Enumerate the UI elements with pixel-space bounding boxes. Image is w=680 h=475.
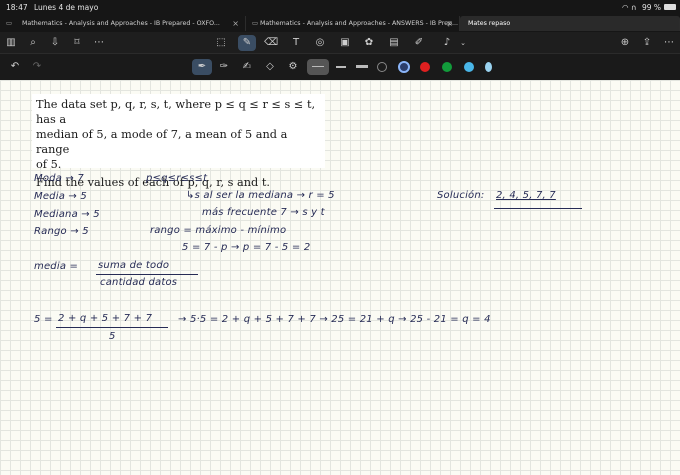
- pen-settings-icon[interactable]: ⚙: [286, 61, 300, 73]
- status-time: 18:47: [6, 3, 28, 12]
- battery-icon: [664, 4, 676, 10]
- note-order: p≤q≤r≤s≤t: [146, 173, 208, 184]
- thickness-thick[interactable]: [356, 65, 368, 68]
- close-icon[interactable]: ×: [446, 16, 453, 31]
- thickness-thin[interactable]: [307, 59, 329, 75]
- color-black[interactable]: [377, 62, 387, 72]
- more-icon[interactable]: ⋯: [92, 37, 106, 49]
- note-mean-definition-label: media =: [34, 261, 79, 272]
- note-solution-values: 2, 4, 5, 7, 7: [496, 190, 556, 201]
- tab-textbook[interactable]: ▭ Mathematics - Analysis and Approaches …: [0, 16, 246, 31]
- share-icon[interactable]: ⇪: [640, 37, 654, 49]
- battery-level: 99 %: [642, 3, 662, 12]
- status-bar: 18:47 Lunes 4 de mayo ◠ ∩ 99 %: [0, 0, 680, 14]
- close-icon[interactable]: ×: [232, 16, 239, 31]
- status-date: Lunes 4 de mayo: [34, 3, 99, 12]
- chevron-down-icon[interactable]: ⌄: [456, 37, 470, 49]
- mean-fraction-bar: [96, 274, 198, 275]
- tab-answers-label: Mathematics - Analysis and Approaches - …: [260, 20, 459, 27]
- sidebar-icon[interactable]: ▥: [4, 37, 18, 49]
- add-page-icon[interactable]: ⊕: [618, 37, 632, 49]
- note-median-explanation: ↳s al ser la mediana → r = 5: [186, 190, 335, 201]
- headphones-icon: ∩: [631, 3, 637, 12]
- document-icon: ▭: [6, 20, 12, 27]
- text-tool-icon[interactable]: T: [289, 37, 303, 49]
- options-icon[interactable]: ⋯: [662, 37, 676, 49]
- tab-mates-repaso-label: Mates repaso: [468, 20, 511, 27]
- tab-mates-repaso[interactable]: Mates repaso: [460, 16, 680, 31]
- brush-pen-icon[interactable]: ✍: [240, 61, 254, 73]
- note-rango: Rango → 5: [34, 226, 89, 237]
- sticker-icon[interactable]: ▤: [387, 37, 401, 49]
- note-mean-equation-denominator: 5: [109, 331, 116, 342]
- thickness-medium[interactable]: [336, 66, 346, 68]
- redo-icon[interactable]: ↷: [30, 61, 44, 73]
- eraser-icon[interactable]: ⌫: [264, 37, 278, 49]
- note-mean-definition-denominator: cantidad datos: [100, 277, 178, 288]
- undo-icon[interactable]: ↶: [8, 61, 22, 73]
- main-toolbar: ▥ ⌕ ⇩ ⌑ ⋯ ⬚ ✎ ⌫ T ◎ ▣ ✿ ▤ ✐ ♪ ⌄ ⊕ ⇪ ⋯: [0, 32, 680, 54]
- color-navy[interactable]: [398, 61, 410, 73]
- document-icon: ▭: [252, 20, 258, 27]
- lasso-icon[interactable]: ⬚: [214, 37, 228, 49]
- pen-tool-icon[interactable]: ✎: [238, 35, 256, 51]
- wifi-icon: ◠: [622, 3, 629, 12]
- problem-line-2: median of 5, a mode of 7, a mean of 5 an…: [36, 128, 288, 156]
- note-solution-label: Solución:: [437, 190, 485, 201]
- color-green[interactable]: [442, 62, 452, 72]
- note-mean-equation-left: 5 =: [34, 314, 53, 325]
- note-mean-equation-numerator: 2 + q + 5 + 7 + 7: [58, 313, 153, 324]
- pen-toolbar: ↶ ↷ ✒ ✑ ✍ ◇ ⚙: [0, 54, 680, 80]
- elements-icon[interactable]: ✿: [362, 37, 376, 49]
- ballpoint-pen-icon[interactable]: ✑: [217, 61, 231, 73]
- note-media: Media → 5: [34, 191, 87, 202]
- bookmark-export-icon[interactable]: ⇩: [48, 37, 62, 49]
- problem-line-3: of 5.: [36, 158, 62, 171]
- thickness-thin-mark: [312, 66, 324, 67]
- note-moda: Moda → 7: [34, 173, 84, 184]
- color-red[interactable]: [420, 62, 430, 72]
- bookmark-icon[interactable]: ⌑: [70, 37, 84, 49]
- problem-line-1: The data set p, q, r, s, t, where p ≤ q …: [36, 98, 316, 126]
- tab-answers[interactable]: ▭ Mathematics - Analysis and Approaches …: [246, 16, 460, 31]
- fountain-pen-icon[interactable]: ✒: [192, 59, 212, 75]
- tab-bar: ▭ Mathematics - Analysis and Approaches …: [0, 14, 680, 32]
- problem-statement: The data set p, q, r, s, t, where p ≤ q …: [32, 94, 325, 189]
- notebook-page[interactable]: The data set p, q, r, s, t, where p ≤ q …: [0, 80, 680, 475]
- note-mean-definition-numerator: suma de todo: [98, 260, 170, 271]
- color-blue[interactable]: [464, 62, 474, 72]
- image-icon[interactable]: ▣: [338, 37, 352, 49]
- note-mean-equation-steps: → 5·5 = 2 + q + 5 + 7 + 7 → 25 = 21 + q …: [178, 314, 491, 325]
- microphone-icon[interactable]: ♪: [440, 37, 454, 49]
- search-icon[interactable]: ⌕: [26, 37, 40, 49]
- note-mode-explanation: más frecuente 7 → s y t: [202, 207, 325, 218]
- shapes-icon[interactable]: ◎: [313, 37, 327, 49]
- mean-equation-fraction-bar: [56, 327, 168, 328]
- laser-icon[interactable]: ✐: [412, 37, 426, 49]
- highlighter-icon[interactable]: ◇: [263, 61, 277, 73]
- solution-underline: [494, 208, 582, 209]
- tab-textbook-label: Mathematics - Analysis and Approaches - …: [22, 20, 220, 27]
- note-mediana: Mediana → 5: [34, 209, 100, 220]
- note-range-formula: rango = máximo - mínimo: [150, 225, 287, 236]
- color-light-blue[interactable]: [485, 62, 492, 72]
- note-range-calculation: 5 = 7 - p → p = 7 - 5 = 2: [182, 242, 311, 253]
